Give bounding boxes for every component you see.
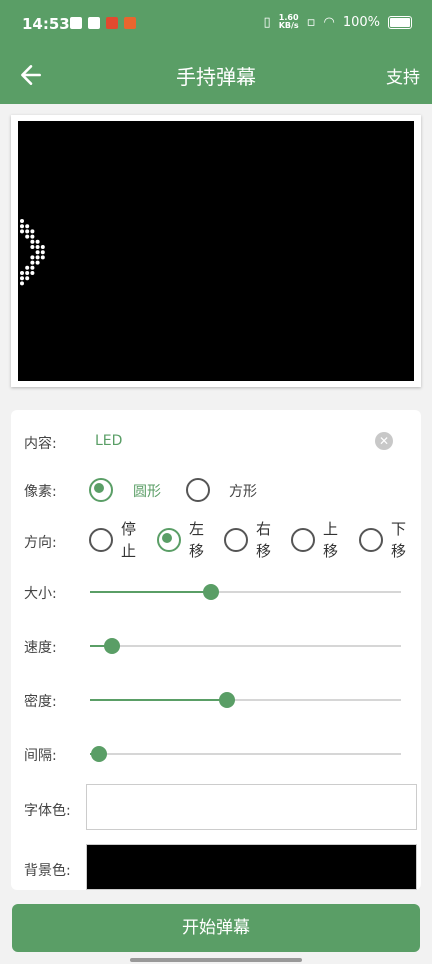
led-dot [20,281,24,286]
speed-row: 速度: [11,624,421,668]
direction-stop-radio[interactable] [89,528,113,552]
direction-up-radio[interactable] [291,528,315,552]
status-bar: 14:53 ▯ 1.60 KB/s ▫ ◠ 100% [0,0,432,48]
speed-slider-thumb[interactable] [103,638,120,654]
status-right: ▯ 1.60 KB/s ▫ ◠ 100% [264,14,412,30]
density-slider[interactable] [90,692,401,708]
font-color-label: 字体色: [24,803,71,819]
led-dot [40,245,45,249]
direction-row: 方向: 停止 左移 右移 上移 下移 [11,516,421,570]
pixel-square-radio[interactable] [186,478,210,502]
network-speed-unit: KB/s [278,21,299,30]
led-dot [40,255,45,260]
mail-icon [70,17,82,29]
interval-row: 间隔: [11,732,421,776]
led-dot [35,255,40,260]
led-dot-matrix [20,219,45,286]
led-dot [25,234,30,239]
content-input[interactable]: LED [95,433,122,449]
size-slider-fill [90,591,212,593]
direction-stop-label[interactable]: 停止 [121,518,139,562]
led-dot [20,219,24,223]
pixel-circle-label[interactable]: 圆形 [133,481,161,501]
direction-label: 方向: [24,535,57,551]
app-bar: 手持弹幕 支持 [0,48,432,104]
direction-up-label[interactable]: 上移 [323,518,341,562]
led-dot [25,229,30,234]
bg-color-label: 背景色: [24,863,71,879]
font-color-swatch[interactable] [86,784,417,830]
led-dot [30,245,35,249]
led-dot [35,239,40,244]
led-dot [25,265,30,270]
status-time: 14:53 [22,15,70,33]
led-dot [35,260,40,265]
speed-label: 速度: [24,640,57,656]
led-dot [30,229,35,234]
pixel-circle-radio[interactable] [89,478,113,502]
led-dot [20,229,24,234]
interval-slider[interactable] [90,746,401,762]
pixel-square-label[interactable]: 方形 [229,481,257,501]
direction-right-label[interactable]: 右移 [256,518,274,562]
font-color-row: 字体色: [11,784,421,834]
clear-icon[interactable]: ✕ [375,432,393,450]
led-dot [35,245,40,249]
density-slider-fill [90,699,227,701]
vibrate-icon: ▯ [263,14,271,30]
led-dot [20,271,24,275]
home-indicator [130,958,302,962]
size-slider-thumb[interactable] [203,584,220,600]
led-dot [30,234,35,239]
density-slider-thumb[interactable] [218,692,235,708]
density-label: 密度: [24,694,57,710]
led-dot [35,250,40,255]
wifi-icon: ◠ [323,14,335,30]
interval-slider-thumb[interactable] [91,746,108,762]
app-notification-icon-2 [124,17,136,29]
battery-icon [388,15,412,29]
content-row: 内容: LED ✕ [11,420,421,464]
direction-down-radio[interactable] [359,528,383,552]
led-dot [20,224,24,229]
led-dot [25,276,30,281]
direction-down-label[interactable]: 下移 [391,518,409,562]
bg-color-swatch[interactable] [86,844,417,890]
app-notification-icon [106,17,118,29]
led-dot [30,271,35,275]
led-dot [30,260,35,265]
direction-right-radio[interactable] [224,528,248,552]
network-speed: 1.60 KB/s [279,14,299,30]
size-row: 大小: [11,570,421,614]
interval-label: 间隔: [24,748,57,764]
notification-icons [70,17,136,29]
density-row: 密度: [11,678,421,722]
settings-form: 内容: LED ✕ 像素: 圆形 方形 方向: 停止 左移 右移 上移 下移 大… [11,410,421,890]
support-button[interactable]: 支持 [386,63,420,88]
size-label: 大小: [24,586,57,602]
led-dot [40,250,45,255]
led-dot [25,271,30,275]
led-preview [18,121,414,381]
shield-icon [88,17,100,29]
led-dot [25,224,30,229]
led-dot [30,239,35,244]
sim-icon: ▫ [306,14,316,30]
led-dot [20,276,24,281]
bg-color-row: 背景色: [11,844,421,894]
direction-left-radio[interactable] [157,528,181,552]
battery-percent: 100% [342,14,380,30]
pixel-row: 像素: 圆形 方形 [11,468,421,512]
led-dot [30,265,35,270]
pixel-label: 像素: [24,484,57,500]
page-title: 手持弹幕 [176,65,256,89]
start-button[interactable]: 开始弹幕 [12,904,420,952]
speed-slider[interactable] [90,638,401,654]
direction-left-label[interactable]: 左移 [189,518,207,562]
preview-card [11,115,421,387]
content-label: 内容: [24,436,57,452]
led-dot [30,255,35,260]
size-slider[interactable] [90,584,401,600]
